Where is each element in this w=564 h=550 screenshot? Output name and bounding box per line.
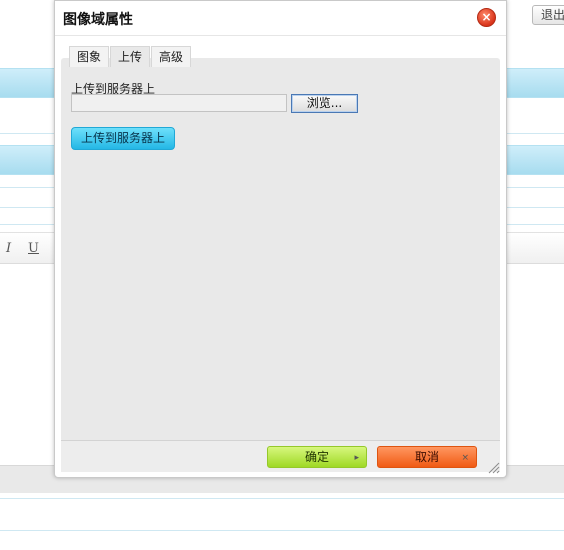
background-divider (0, 530, 564, 531)
tab-upload[interactable]: 上传 (110, 46, 151, 67)
tab-image[interactable]: 图象 (69, 46, 110, 67)
arrow-right-icon: ▸ (354, 453, 359, 463)
browse-button[interactable]: 浏览... (291, 94, 358, 113)
background-divider (0, 498, 564, 499)
file-path-input[interactable] (71, 94, 287, 112)
dialog-title: 图像域属性 (63, 12, 133, 28)
close-icon: × (461, 453, 469, 463)
image-field-properties-dialog: 图像域属性 × 上传到服务器上 浏览... 上传到服务器上 图象 上传 高级 确… (54, 0, 507, 478)
upload-to-server-button[interactable]: 上传到服务器上 (71, 127, 175, 150)
tab-advanced[interactable]: 高级 (151, 46, 192, 67)
cancel-button[interactable]: 取消 × (377, 446, 477, 468)
resize-grip-icon[interactable] (487, 461, 500, 474)
ok-button-label: 确定 (304, 450, 329, 464)
close-icon[interactable]: × (477, 8, 496, 27)
upload-tab-panel: 上传到服务器上 浏览... 上传到服务器上 (61, 58, 500, 442)
cancel-button-label: 取消 (414, 450, 439, 464)
italic-button[interactable]: I (6, 241, 11, 256)
title-divider (55, 35, 506, 36)
dialog-tabs: 图象 上传 高级 (69, 46, 192, 67)
logout-button[interactable]: 退出 (532, 5, 564, 25)
ok-button[interactable]: 确定 ▸ (267, 446, 367, 468)
underline-button[interactable]: U (28, 241, 39, 256)
